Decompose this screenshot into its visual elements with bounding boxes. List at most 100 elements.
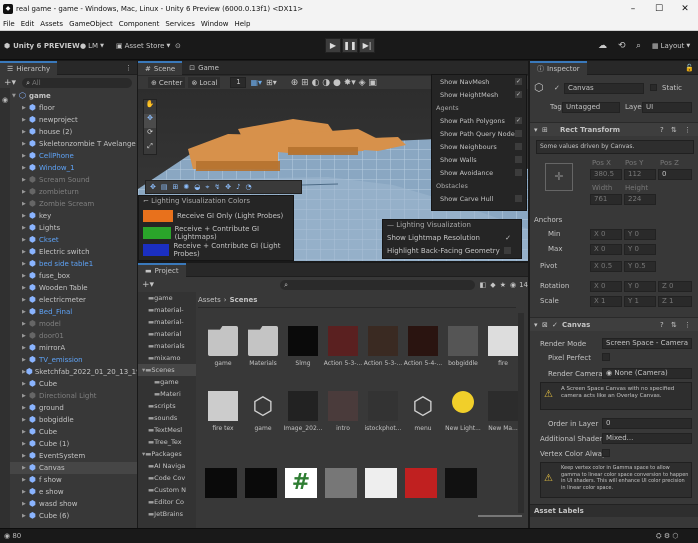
expand-arrow-icon[interactable]: ▶ [22, 261, 29, 267]
asset-thumbnail[interactable] [325, 468, 357, 498]
hierarchy-search-input[interactable]: ⌕ All [22, 78, 133, 88]
expand-arrow-icon[interactable]: ▶ [22, 177, 29, 183]
expand-arrow-icon[interactable]: ▶ [22, 513, 29, 519]
overlay-menu-item[interactable]: Show Avoidance [432, 166, 526, 179]
add-button[interactable]: +▾ [4, 78, 16, 88]
filter-type-icon[interactable]: ◧ [480, 281, 487, 289]
expand-arrow-icon[interactable]: ▶ [22, 273, 29, 279]
expand-arrow-icon[interactable]: ▶ [22, 333, 29, 339]
collapse-icon[interactable]: ⌐ [143, 197, 151, 205]
expand-arrow-icon[interactable]: ▶ [22, 225, 29, 231]
overlay-menu-item[interactable]: Show Neighbours [432, 140, 526, 153]
expand-arrow-icon[interactable]: ▶ [22, 105, 29, 111]
hierarchy-item[interactable]: ▶ ⬢ mirrorA [0, 342, 137, 354]
hierarchy-item[interactable]: ▶ ⬢ model [0, 318, 137, 330]
pos-z-field[interactable]: 0 [658, 169, 692, 180]
project-tree-item[interactable]: ▬ Custom N [138, 484, 196, 496]
hierarchy-item[interactable]: ▶ ⬢ newproject [0, 114, 137, 126]
hierarchy-item[interactable]: ▶ ⬢ Zombie Scream [0, 198, 137, 210]
project-tree-item[interactable]: ▬ material- [138, 316, 196, 328]
overlay-menu-item[interactable]: Show Path Polygons ✓ [432, 114, 526, 127]
rotation-x[interactable]: X 0 [590, 281, 622, 292]
project-tree-item[interactable]: ▬ Code Cov [138, 472, 196, 484]
checkbox[interactable] [515, 169, 522, 176]
tab-inspector[interactable]: ⓘ Inspector [530, 60, 587, 75]
hierarchy-item[interactable]: ▶ ⬢ floor [0, 102, 137, 114]
expand-arrow-icon[interactable]: ▶ [22, 297, 29, 303]
hierarchy-item[interactable]: ▶ ⬢ Canvas [0, 462, 137, 474]
overlay-menu-item[interactable]: Agents [432, 101, 526, 114]
checkbox[interactable]: ✓ [515, 78, 522, 85]
hierarchy-item[interactable]: ▶ ⬢ Ckset [0, 234, 137, 246]
hierarchy-item[interactable]: ▶ ⬢ bed side table1 [0, 258, 137, 270]
project-tree-item[interactable]: ▬ materials [138, 340, 196, 352]
pixel-perfect-checkbox[interactable] [602, 353, 610, 361]
hierarchy-item[interactable]: ▼ ⬡ game [0, 90, 137, 102]
overlay-menu-item[interactable]: Show HeightMesh ✓ [432, 88, 526, 101]
color-swatch[interactable] [143, 243, 170, 256]
expand-arrow-icon[interactable]: ▶ [22, 141, 29, 147]
expand-arrow-icon[interactable]: ▶ [22, 309, 29, 315]
expand-arrow-icon[interactable]: ▶ [22, 381, 29, 387]
hierarchy-item[interactable]: ▶ ⬢ bobgiddle [0, 414, 137, 426]
expand-arrow-icon[interactable]: ▶ [22, 441, 29, 447]
project-tree-item[interactable]: ▬ game [138, 292, 196, 304]
expand-arrow-icon[interactable]: ▶ [22, 237, 29, 243]
history-button[interactable]: ⟲ [618, 38, 626, 53]
menu-component[interactable]: Component [116, 20, 163, 28]
asset-store-button[interactable]: ▣ Asset Store ▼ [116, 38, 170, 53]
hierarchy-item[interactable]: ▶ ⬢ Cube [0, 426, 137, 438]
help-icon[interactable]: ? [660, 321, 664, 329]
cinemachine-overlay-icon[interactable]: ◔ [246, 183, 252, 191]
light-overlay-icon[interactable]: ✺ [183, 183, 189, 191]
hierarchy-item[interactable]: ▶ ⬢ Cube [0, 378, 137, 390]
collab-button[interactable]: ☁ [598, 38, 607, 53]
pivot-x[interactable]: X 0.5 [590, 261, 622, 272]
grid-size-field[interactable]: 1 [230, 77, 247, 88]
width-field[interactable]: 761 [590, 194, 622, 205]
project-tree-item[interactable]: ▬ Tree_Tex [138, 436, 196, 448]
checkbox[interactable] [515, 195, 522, 202]
enabled-checkbox[interactable]: ✓ [552, 321, 558, 329]
eye-icon[interactable]: ◉ [2, 96, 8, 104]
expand-arrow-icon[interactable]: ▼ [12, 93, 19, 99]
asset-thumbnail[interactable] [445, 468, 477, 498]
menu-services[interactable]: Services [162, 20, 198, 28]
rotation-z[interactable]: Z 0 [658, 281, 692, 292]
maximize-button[interactable]: ☐ [646, 4, 672, 14]
menu-help[interactable]: Help [231, 20, 253, 28]
order-field[interactable]: 0 [602, 418, 692, 429]
expand-arrow-icon[interactable]: ▶ [22, 429, 29, 435]
scrollbar[interactable] [518, 313, 524, 513]
breadcrumb-scenes[interactable]: Scenes [230, 296, 258, 304]
hierarchy-item[interactable]: ▶ ⬢ fuse_box [0, 270, 137, 282]
hierarchy-item[interactable]: ▶ ⬢ Bed_Final [0, 306, 137, 318]
expand-arrow-icon[interactable]: ▶ [22, 213, 29, 219]
layer-dropdown[interactable]: UI [642, 102, 692, 113]
project-tree-item[interactable]: ▬ AI Naviga [138, 460, 196, 472]
pivot-y[interactable]: Y 0.5 [624, 261, 656, 272]
pos-y-field[interactable]: 112 [624, 169, 656, 180]
preset-icon[interactable]: ⇅ [671, 126, 677, 134]
hierarchy-item[interactable]: ▶ ⬢ Sketchfab_2022_01_20_13_19_ [0, 366, 137, 378]
hierarchy-item[interactable]: ▶ ⬢ f show [0, 474, 137, 486]
static-checkbox[interactable] [650, 84, 657, 91]
eye-icon[interactable]: ◉ [510, 281, 516, 289]
expand-arrow-icon[interactable]: ▶ [22, 153, 29, 159]
tab-scene[interactable]: # Scene [138, 60, 183, 75]
hierarchy-item[interactable]: ▶ ⬢ e show [0, 486, 137, 498]
hand-tool-icon[interactable]: ✋ [144, 100, 156, 114]
hierarchy-item[interactable]: ▶ ⬢ zombieturn [0, 186, 137, 198]
height-field[interactable]: 224 [624, 194, 656, 205]
scale-x[interactable]: X 1 [590, 296, 622, 307]
project-tree-item[interactable]: ▾▬ Packages [138, 448, 196, 460]
scale-z[interactable]: Z 1 [658, 296, 692, 307]
unity-version-button[interactable]: ⬢ Unity 6 PREVIEW [4, 38, 80, 53]
project-search-input[interactable]: ⌕ [280, 280, 475, 290]
audio-overlay-icon[interactable]: ♪ [236, 183, 240, 191]
expand-arrow-icon[interactable]: ▶ [22, 489, 29, 495]
hierarchy-item[interactable]: ▶ ⬢ TV_emission [0, 354, 137, 366]
more-options-icon[interactable]: ⋮ [684, 126, 691, 134]
scale-tool-icon[interactable]: ⤢ [144, 142, 156, 156]
hierarchy-item[interactable]: ▶ ⬢ door01 [0, 330, 137, 342]
